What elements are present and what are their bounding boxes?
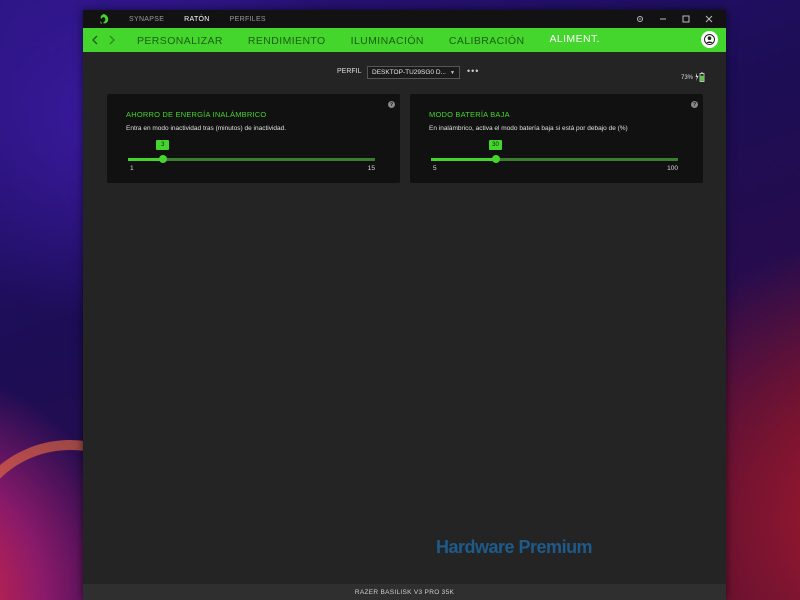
card-description: En inalámbrico, activa el modo batería b… (429, 125, 628, 132)
slider-value-badge: 30 (489, 140, 502, 150)
card-description: Entra en modo inactividad tras (minutos)… (126, 125, 287, 132)
device-name: RAZER BASILISK V3 PRO 35K (354, 588, 455, 596)
battery-percent: 73% (680, 75, 693, 81)
device-footer: RAZER BASILISK V3 PRO 35K (83, 584, 726, 600)
maximize-icon[interactable] (674, 15, 697, 23)
tab-iluminacion[interactable]: ILUMINACIÓN (351, 35, 424, 47)
profile-row: PERFIL DESKTOP-TU29SG0 D... ▼ ••• 73% (83, 66, 726, 82)
slider-thumb[interactable] (492, 155, 500, 163)
battery-status: 73% (681, 69, 705, 87)
slider-fill (128, 158, 164, 161)
low-battery-card: ? MODO BATERÍA BAJA En inalámbrico, acti… (410, 94, 703, 183)
settings-gear-icon[interactable] (628, 15, 651, 23)
tab-calibracion[interactable]: CALIBRACIÓN (449, 35, 525, 47)
tab-aliment[interactable]: ALIMENT. (549, 33, 599, 45)
top-nav-raton[interactable]: RATÓN (184, 16, 209, 23)
slider-value-badge: 3 (156, 140, 170, 150)
title-bar: SYNAPSE RATÓN PERFILES (83, 10, 726, 28)
card-title: MODO BATERÍA BAJA (429, 110, 510, 119)
user-avatar-icon[interactable] (701, 31, 718, 48)
tab-personalizar[interactable]: PERSONALIZAR (137, 35, 223, 47)
window-controls (628, 10, 720, 28)
section-tabs: PERSONALIZAR RENDIMIENTO ILUMINACIÓN CAL… (137, 33, 625, 47)
top-nav: SYNAPSE RATÓN PERFILES (129, 16, 286, 23)
watermark-text: Hardware Premium (436, 537, 593, 557)
minimize-icon[interactable] (651, 15, 674, 23)
profile-selected-value: DESKTOP-TU29SG0 D... (372, 69, 446, 76)
more-options-icon[interactable]: ••• (467, 67, 479, 76)
battery-icon (695, 69, 705, 87)
low-battery-threshold-slider[interactable]: 30 (431, 140, 678, 163)
slider-fill (431, 158, 496, 161)
sleep-timeout-slider[interactable]: 3 (128, 140, 375, 163)
power-saving-card: ? AHORRO DE ENERGÍA INALÁMBRICO Entra en… (107, 94, 400, 183)
razer-logo-icon (95, 10, 113, 28)
slider-max-label: 15 (367, 165, 375, 172)
slider-min-label: 1 (130, 165, 134, 172)
slider-max-label: 100 (667, 165, 678, 172)
help-icon[interactable]: ? (691, 101, 698, 108)
back-chevron-icon[interactable] (87, 35, 103, 45)
chevron-down-icon: ▼ (450, 69, 455, 76)
top-nav-perfiles[interactable]: PERFILES (230, 16, 266, 23)
top-nav-synapse[interactable]: SYNAPSE (129, 16, 164, 23)
tab-rendimiento[interactable]: RENDIMIENTO (248, 35, 326, 47)
section-nav: PERSONALIZAR RENDIMIENTO ILUMINACIÓN CAL… (83, 28, 726, 52)
help-icon[interactable]: ? (388, 101, 395, 108)
profile-label: PERFIL (337, 68, 362, 75)
profile-dropdown[interactable]: DESKTOP-TU29SG0 D... ▼ (367, 66, 460, 79)
card-title: AHORRO DE ENERGÍA INALÁMBRICO (126, 110, 267, 119)
synapse-window: SYNAPSE RATÓN PERFILES PERSONALIZAR REND… (83, 10, 726, 600)
slider-min-label: 5 (433, 165, 437, 172)
close-icon[interactable] (697, 15, 720, 23)
slider-thumb[interactable] (159, 155, 168, 163)
forward-chevron-icon[interactable] (103, 35, 119, 45)
